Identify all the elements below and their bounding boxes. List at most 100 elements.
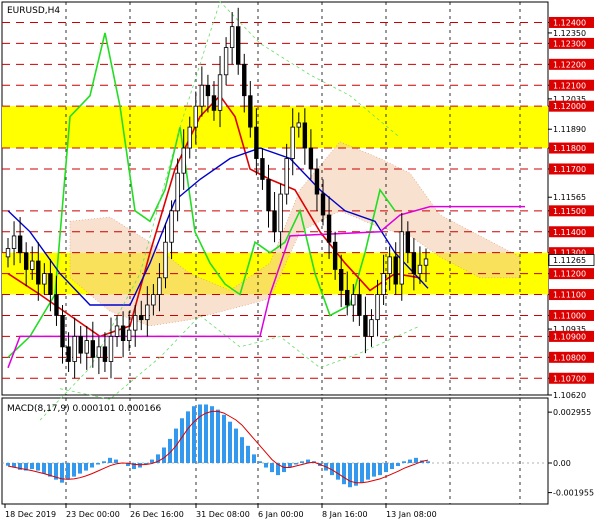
candle-body xyxy=(308,147,314,170)
macd-bar xyxy=(294,463,298,465)
time-label-6: 13 Jan 08:00 xyxy=(386,510,437,519)
price-label-19: 1.10900 xyxy=(553,332,586,341)
candle-body xyxy=(187,126,192,149)
candle-body xyxy=(96,346,102,358)
price-label-20: 1.10800 xyxy=(553,353,586,362)
candle-body xyxy=(78,335,83,354)
macd-bar xyxy=(222,414,226,463)
candle-body xyxy=(290,126,295,159)
price-label-7: 1.11890 xyxy=(553,125,586,134)
price-label-15: 1.11200 xyxy=(553,270,586,279)
candle-body xyxy=(114,325,120,337)
candle-body xyxy=(42,273,47,285)
candle-body xyxy=(411,252,417,275)
macd-bar xyxy=(366,463,370,480)
candle-body xyxy=(405,231,411,254)
macd-tick-label-0: 0.002955 xyxy=(553,408,591,417)
macd-bar xyxy=(60,463,64,483)
candle-body xyxy=(393,256,398,285)
time-label-2: 26 Dec 16:00 xyxy=(130,510,184,519)
candle-body xyxy=(417,264,423,275)
macd-bar xyxy=(378,463,382,476)
yellow-zone-0 xyxy=(2,106,548,149)
price-label-6: 1.12000 xyxy=(553,102,586,111)
macd-bar xyxy=(114,459,118,463)
candle-body xyxy=(266,179,271,212)
candle-body xyxy=(169,210,174,243)
candle-body xyxy=(5,248,11,258)
macd-bar xyxy=(402,461,406,463)
candle-body xyxy=(320,193,326,216)
candle-body xyxy=(338,269,344,291)
macd-bar xyxy=(108,457,112,463)
candle-body xyxy=(236,26,241,65)
candle-body xyxy=(72,335,77,362)
macd-bar xyxy=(216,409,220,463)
macd-bar xyxy=(102,461,106,463)
price-label-17: 1.11000 xyxy=(553,311,586,320)
candle-body xyxy=(326,214,332,243)
price-label-0: 1.12400 xyxy=(553,18,586,27)
price-label-2: 1.12300 xyxy=(553,39,586,48)
macd-bar xyxy=(84,463,88,471)
candle-body xyxy=(120,325,126,341)
macd-bar xyxy=(228,421,232,463)
macd-bar xyxy=(6,463,10,466)
macd-bar xyxy=(264,463,268,468)
macd-bar xyxy=(180,418,184,463)
macd-tick-label-2: -0.001955 xyxy=(553,489,594,498)
candle-body xyxy=(211,95,217,111)
price-label-21: 1.10700 xyxy=(553,374,586,383)
macd-bar xyxy=(78,463,82,474)
candle-body xyxy=(84,340,89,354)
candle-body xyxy=(351,294,356,306)
macd-bar xyxy=(66,463,70,480)
price-label-11: 1.11500 xyxy=(553,207,586,216)
macd-bar xyxy=(372,463,376,477)
candle-body xyxy=(399,231,404,285)
candle-body xyxy=(90,340,96,358)
macd-bar xyxy=(198,404,202,463)
macd-bar xyxy=(342,463,346,485)
candle-body xyxy=(17,235,23,254)
eurusd-h4-chart[interactable]: 1.12400 1.123501.12300 1.12200 1.12100 1.120… xyxy=(0,0,597,526)
macd-bar xyxy=(36,463,40,471)
candle-body xyxy=(163,241,168,279)
macd-bar xyxy=(42,463,46,474)
candle-body xyxy=(48,273,53,295)
macd-bar xyxy=(336,463,340,480)
macd-bar xyxy=(72,463,76,477)
candle-body xyxy=(66,346,71,362)
macd-bar xyxy=(90,463,94,468)
candle-body xyxy=(278,193,283,233)
candle-body xyxy=(332,241,338,270)
candle-body xyxy=(217,74,223,111)
candle-body xyxy=(36,260,41,285)
candle-body xyxy=(133,315,138,331)
macd-bar xyxy=(426,461,430,463)
candle-body xyxy=(108,335,114,362)
macd-bar xyxy=(240,437,244,463)
macd-bar xyxy=(246,445,250,463)
macd-bar xyxy=(186,411,190,463)
candle-body xyxy=(381,273,386,295)
macd-bar xyxy=(192,406,196,463)
candle-body xyxy=(423,258,429,266)
candle-body xyxy=(54,294,59,316)
candle-body xyxy=(296,122,301,128)
candle-body xyxy=(151,294,156,306)
candle-body xyxy=(223,47,229,76)
candle-body xyxy=(254,126,259,159)
macd-bar xyxy=(162,447,166,463)
macd-label: MACD(8,17,9) 0.000101 0.000166 xyxy=(7,404,162,414)
time-label-3: 31 Dec 08:00 xyxy=(196,510,250,519)
candle-body xyxy=(126,329,132,341)
price-axis: 1.12400 1.123501.12300 1.12200 1.12100 1.120… xyxy=(548,16,595,400)
candle-body xyxy=(23,252,29,270)
macd-bar xyxy=(30,463,34,470)
candle-body xyxy=(345,289,350,306)
macd-bar xyxy=(270,463,274,473)
price-label-22: 1.10620 xyxy=(553,391,586,400)
price-label-14: 1.11265 xyxy=(553,256,586,265)
macd-tick-label-1: 0.00 xyxy=(553,459,571,468)
